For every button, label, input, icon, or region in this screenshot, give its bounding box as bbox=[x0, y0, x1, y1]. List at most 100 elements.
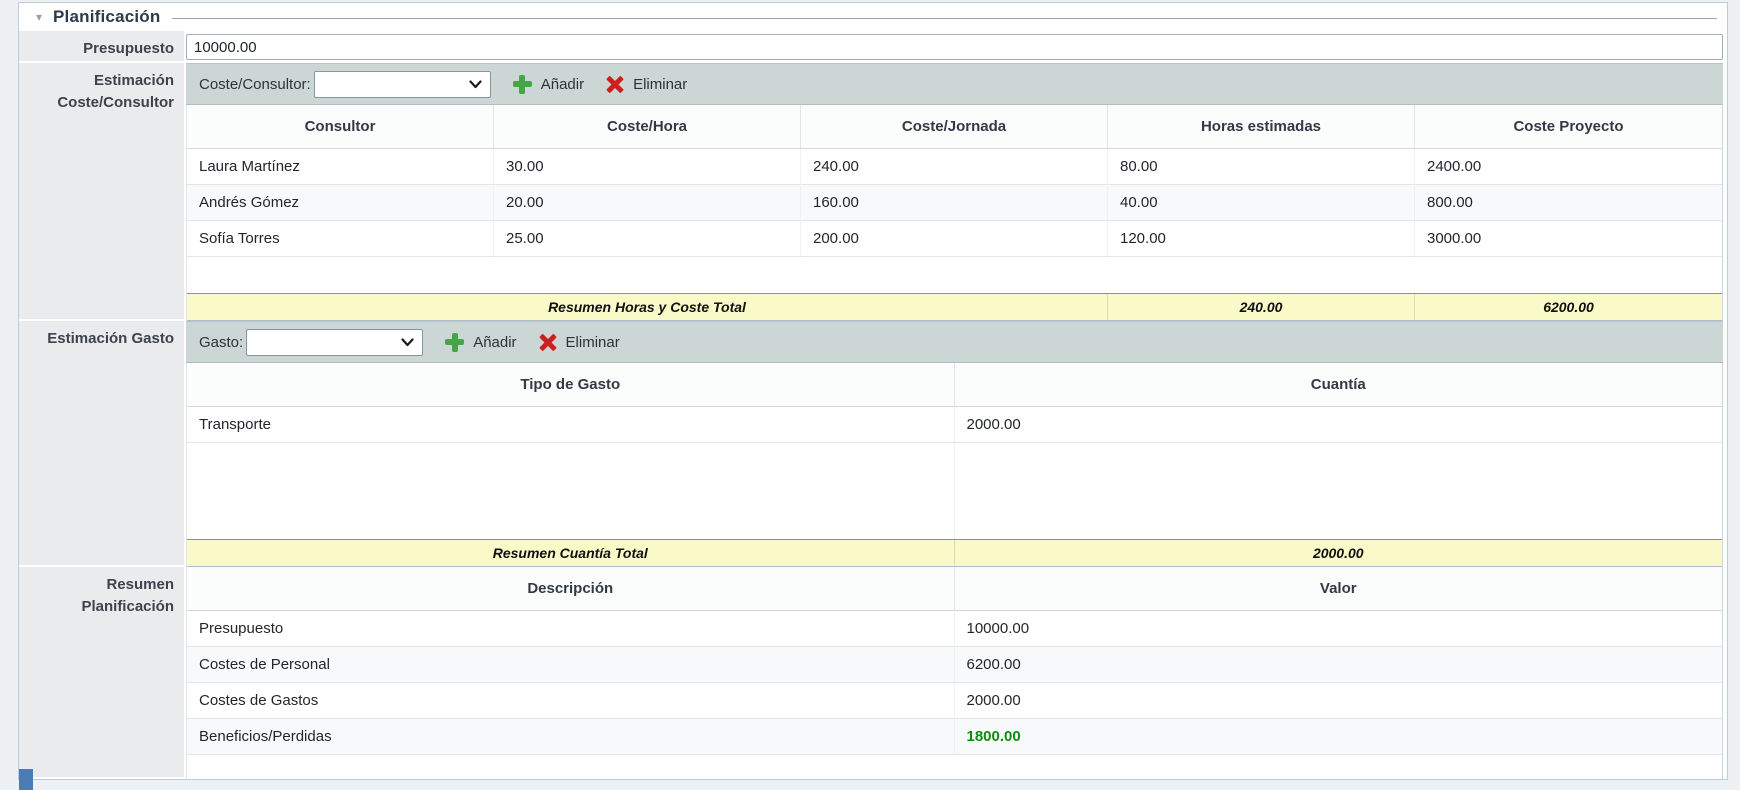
planning-summary-label-line1: Resumen bbox=[23, 574, 174, 596]
column-header-descripcion: Descripción bbox=[187, 567, 955, 611]
consultant-section-label: Estimación Coste/Consultor bbox=[19, 63, 186, 321]
column-header-valor: Valor bbox=[955, 567, 1723, 611]
column-header-tipo-gasto: Tipo de Gasto bbox=[187, 363, 955, 407]
table-row[interactable]: Laura Martínez 30.00 240.00 80.00 2400.0… bbox=[187, 149, 1722, 185]
expense-toolbar: Gasto: Añadir Eliminar bbox=[186, 321, 1723, 363]
empty-table-space bbox=[187, 443, 1722, 539]
consultant-select[interactable] bbox=[314, 71, 491, 98]
cell-valor-profit: 1800.00 bbox=[955, 719, 1723, 755]
collapse-section-icon[interactable]: ▾ bbox=[29, 11, 49, 23]
summary-table-header-row: Descripción Valor bbox=[187, 567, 1722, 611]
cell-horas-estimadas: 80.00 bbox=[1108, 149, 1415, 185]
table-row[interactable]: Presupuesto 10000.00 bbox=[187, 611, 1722, 647]
cell-coste-proyecto: 3000.00 bbox=[1415, 221, 1722, 257]
section-title: Planificación bbox=[53, 7, 160, 27]
budget-label: Presupuesto bbox=[19, 31, 186, 63]
consultant-table: Consultor Coste/Hora Coste/Jornada Horas… bbox=[186, 105, 1723, 321]
expense-total: 2000.00 bbox=[955, 540, 1723, 566]
expense-select[interactable] bbox=[246, 329, 423, 356]
table-row[interactable]: Sofía Torres 25.00 200.00 120.00 3000.00 bbox=[187, 221, 1722, 257]
section-header-rule bbox=[172, 18, 1717, 19]
cell-cuantia: 2000.00 bbox=[955, 407, 1723, 443]
cell-horas-estimadas: 120.00 bbox=[1108, 221, 1415, 257]
cell-consultor: Andrés Gómez bbox=[187, 185, 494, 221]
consultant-add-button[interactable]: Añadir bbox=[513, 75, 584, 94]
cell-tipo-gasto: Transporte bbox=[187, 407, 955, 443]
expense-add-button-label: Añadir bbox=[473, 334, 516, 351]
planning-summary-content: Descripción Valor Presupuesto 10000.00 C… bbox=[186, 567, 1727, 779]
budget-row: Presupuesto bbox=[19, 31, 1727, 63]
expense-summary-row: Resumen Cuantía Total 2000.00 bbox=[187, 539, 1722, 567]
chevron-down-icon bbox=[469, 80, 482, 89]
planning-summary-label-line2: Planificación bbox=[23, 596, 174, 618]
cell-valor: 10000.00 bbox=[955, 611, 1723, 647]
cell-descripcion: Costes de Personal bbox=[187, 647, 955, 683]
consultant-toolbar: Coste/Consultor: Añadir Eliminar bbox=[186, 63, 1723, 105]
planning-summary-section: Resumen Planificación Descripción Valor … bbox=[19, 567, 1727, 779]
cell-coste-jornada: 240.00 bbox=[801, 149, 1108, 185]
consultant-table-header-row: Consultor Coste/Hora Coste/Jornada Horas… bbox=[187, 105, 1722, 149]
cell-horas-estimadas: 40.00 bbox=[1108, 185, 1415, 221]
expense-section-content: Gasto: Añadir Eliminar Ti bbox=[186, 321, 1727, 567]
expense-section: Estimación Gasto Gasto: Añadir Eliminar bbox=[19, 321, 1727, 567]
plus-icon bbox=[513, 75, 532, 94]
consultant-remove-button[interactable]: Eliminar bbox=[606, 75, 687, 93]
cell-valor: 2000.00 bbox=[955, 683, 1723, 719]
column-header-horas-estimadas: Horas estimadas bbox=[1108, 105, 1415, 149]
column-header-cuantia: Cuantía bbox=[955, 363, 1723, 407]
budget-input[interactable] bbox=[186, 34, 1723, 60]
expense-table: Tipo de Gasto Cuantía Transporte 2000.00… bbox=[186, 363, 1723, 567]
x-icon bbox=[539, 333, 557, 351]
consultant-add-button-label: Añadir bbox=[541, 76, 584, 93]
planning-summary-label: Resumen Planificación bbox=[19, 567, 186, 779]
consultant-summary-label: Resumen Horas y Coste Total bbox=[187, 294, 1108, 320]
planificacion-panel: ▾ Planificación Presupuesto Estimación C… bbox=[18, 2, 1728, 780]
cell-consultor: Laura Martínez bbox=[187, 149, 494, 185]
planning-summary-table: Descripción Valor Presupuesto 10000.00 C… bbox=[186, 567, 1723, 779]
expense-select-label: Gasto: bbox=[199, 334, 243, 351]
consultant-label-line2: Coste/Consultor bbox=[23, 92, 174, 114]
empty-table-space bbox=[187, 755, 1722, 779]
table-row[interactable]: Costes de Personal 6200.00 bbox=[187, 647, 1722, 683]
chevron-down-icon bbox=[401, 338, 414, 347]
cell-valor: 6200.00 bbox=[955, 647, 1723, 683]
consultant-label-line1: Estimación bbox=[23, 70, 174, 92]
cell-coste-hora: 30.00 bbox=[494, 149, 801, 185]
table-row[interactable]: Costes de Gastos 2000.00 bbox=[187, 683, 1722, 719]
table-row[interactable]: Andrés Gómez 20.00 160.00 40.00 800.00 bbox=[187, 185, 1722, 221]
cell-descripcion: Costes de Gastos bbox=[187, 683, 955, 719]
plus-icon bbox=[445, 333, 464, 352]
cost-total: 6200.00 bbox=[1415, 294, 1722, 320]
expense-section-label: Estimación Gasto bbox=[19, 321, 186, 567]
consultant-summary-row: Resumen Horas y Coste Total 240.00 6200.… bbox=[187, 293, 1722, 321]
consultant-remove-button-label: Eliminar bbox=[633, 76, 687, 93]
empty-table-space bbox=[187, 257, 1722, 293]
x-icon bbox=[606, 75, 624, 93]
cell-descripcion: Beneficios/Perdidas bbox=[187, 719, 955, 755]
cell-descripcion: Presupuesto bbox=[187, 611, 955, 647]
table-row[interactable]: Beneficios/Perdidas 1800.00 bbox=[187, 719, 1722, 755]
expense-remove-button-label: Eliminar bbox=[566, 334, 620, 351]
cell-coste-proyecto: 2400.00 bbox=[1415, 149, 1722, 185]
cell-coste-hora: 20.00 bbox=[494, 185, 801, 221]
cell-coste-jornada: 160.00 bbox=[801, 185, 1108, 221]
panel-corner-accent bbox=[19, 769, 33, 790]
cell-coste-proyecto: 800.00 bbox=[1415, 185, 1722, 221]
cell-coste-hora: 25.00 bbox=[494, 221, 801, 257]
hours-total: 240.00 bbox=[1108, 294, 1415, 320]
expense-add-button[interactable]: Añadir bbox=[445, 333, 516, 352]
cell-coste-jornada: 200.00 bbox=[801, 221, 1108, 257]
empty-column-divider bbox=[187, 443, 955, 539]
budget-field-cell bbox=[186, 31, 1727, 63]
column-header-coste-jornada: Coste/Jornada bbox=[801, 105, 1108, 149]
expense-remove-button[interactable]: Eliminar bbox=[539, 333, 620, 351]
table-row[interactable]: Transporte 2000.00 bbox=[187, 407, 1722, 443]
column-header-consultor: Consultor bbox=[187, 105, 494, 149]
consultant-section-content: Coste/Consultor: Añadir Eliminar bbox=[186, 63, 1727, 321]
section-header: ▾ Planificación bbox=[19, 3, 1727, 31]
cell-consultor: Sofía Torres bbox=[187, 221, 494, 257]
expense-summary-label: Resumen Cuantía Total bbox=[187, 540, 955, 566]
column-header-coste-hora: Coste/Hora bbox=[494, 105, 801, 149]
consultant-select-label: Coste/Consultor: bbox=[199, 76, 311, 93]
column-header-coste-proyecto: Coste Proyecto bbox=[1415, 105, 1722, 149]
